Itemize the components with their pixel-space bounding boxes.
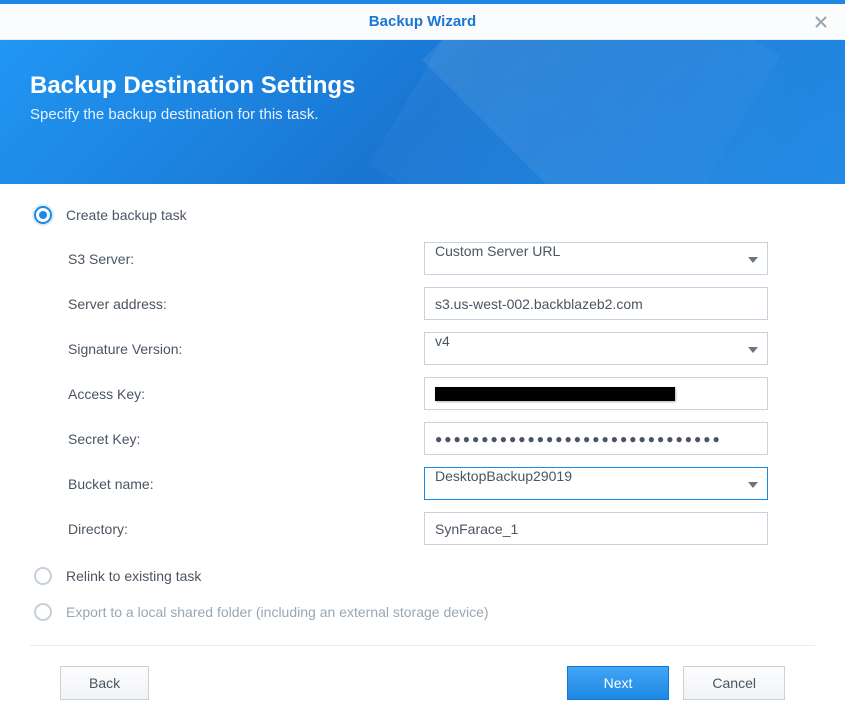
input-directory[interactable] [424, 512, 768, 545]
row-signature-version: Signature Version: v4 [68, 332, 811, 365]
radio-create[interactable] [34, 206, 52, 224]
banner: Backup Destination Settings Specify the … [0, 40, 845, 184]
form-area: S3 Server: Custom Server URL Server addr… [34, 242, 811, 545]
banner-subtitle: Specify the backup destination for this … [30, 106, 815, 123]
select-s3-server[interactable]: Custom Server URL [424, 242, 768, 275]
label-bucket-name: Bucket name: [68, 476, 424, 492]
input-server-address[interactable] [424, 287, 768, 320]
label-directory: Directory: [68, 521, 424, 537]
radio-create-label: Create backup task [66, 207, 187, 223]
radio-export[interactable] [34, 603, 52, 621]
row-s3-server: S3 Server: Custom Server URL [68, 242, 811, 275]
row-secret-key: Secret Key: ●●●●●●●●●●●●●●●●●●●●●●●●●●●●… [68, 422, 811, 455]
row-directory: Directory: [68, 512, 811, 545]
label-server-address: Server address: [68, 296, 424, 312]
label-signature-version: Signature Version: [68, 341, 424, 357]
banner-title: Backup Destination Settings [30, 72, 815, 100]
cancel-button[interactable]: Cancel [683, 666, 785, 700]
radio-export-label: Export to a local shared folder (includi… [66, 604, 489, 620]
label-s3-server: S3 Server: [68, 251, 424, 267]
radio-relink[interactable] [34, 567, 52, 585]
secret-dots: ●●●●●●●●●●●●●●●●●●●●●●●●●●●●●●● [435, 423, 757, 446]
select-bucket-name[interactable]: DesktopBackup29019 [424, 467, 768, 500]
row-server-address: Server address: [68, 287, 811, 320]
label-access-key: Access Key: [68, 386, 424, 402]
next-button[interactable]: Next [567, 666, 670, 700]
select-signature-version[interactable]: v4 [424, 332, 768, 365]
label-secret-key: Secret Key: [68, 431, 424, 447]
close-icon[interactable] [811, 12, 831, 32]
radio-row-relink[interactable]: Relink to existing task [34, 567, 811, 585]
redacted-bar [435, 387, 675, 401]
row-access-key: Access Key: [68, 377, 811, 410]
radio-row-create[interactable]: Create backup task [34, 206, 811, 224]
content: Create backup task S3 Server: Custom Ser… [0, 184, 845, 621]
row-bucket-name: Bucket name: DesktopBackup29019 [68, 467, 811, 500]
input-secret-key[interactable]: ●●●●●●●●●●●●●●●●●●●●●●●●●●●●●●● [424, 422, 768, 455]
radio-row-export[interactable]: Export to a local shared folder (includi… [34, 603, 811, 621]
input-access-key[interactable] [424, 377, 768, 410]
back-button[interactable]: Back [60, 666, 149, 700]
footer: Back Next Cancel [30, 645, 815, 724]
radio-relink-label: Relink to existing task [66, 568, 201, 584]
window-title: Backup Wizard [369, 13, 476, 30]
titlebar: Backup Wizard [0, 4, 845, 40]
